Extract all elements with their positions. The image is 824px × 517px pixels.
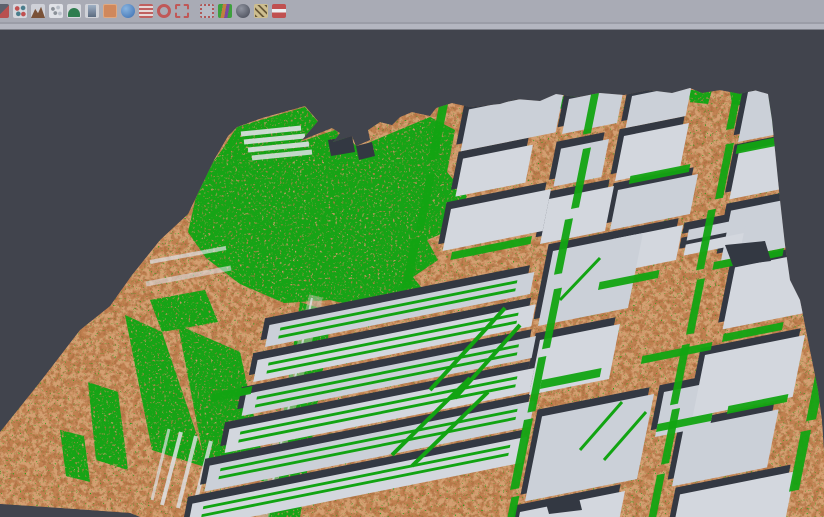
application-window: [0, 0, 824, 517]
sphere-render-icon[interactable]: [236, 4, 250, 18]
ortho-image-icon[interactable]: [103, 4, 117, 18]
globe-view-icon[interactable]: [121, 4, 135, 18]
classification-icon[interactable]: [218, 4, 232, 18]
registration-icon[interactable]: [13, 4, 27, 18]
terrain-model-icon[interactable]: [31, 4, 45, 18]
cross-section-icon[interactable]: [85, 4, 99, 18]
rectangle-selection-icon[interactable]: [175, 4, 189, 18]
snapshot-icon[interactable]: [0, 4, 9, 18]
viewport-top-border: [0, 29, 824, 30]
point-cloud-scene[interactable]: [0, 0, 824, 517]
flag-marker-icon[interactable]: [272, 4, 286, 18]
measure-icon[interactable]: [254, 4, 268, 18]
viewport-3d[interactable]: [0, 0, 824, 517]
toolbar: [0, 0, 824, 22]
toolbar-group: [198, 0, 286, 18]
toolbar-group: [0, 0, 189, 18]
circle-selection-icon[interactable]: [157, 4, 171, 18]
polygon-selection-icon[interactable]: [200, 4, 214, 18]
point-cloud-icon[interactable]: [49, 4, 63, 18]
profile-icon[interactable]: [139, 4, 153, 18]
toolbar-area: [0, 0, 824, 30]
ground-points-icon[interactable]: [67, 4, 81, 18]
